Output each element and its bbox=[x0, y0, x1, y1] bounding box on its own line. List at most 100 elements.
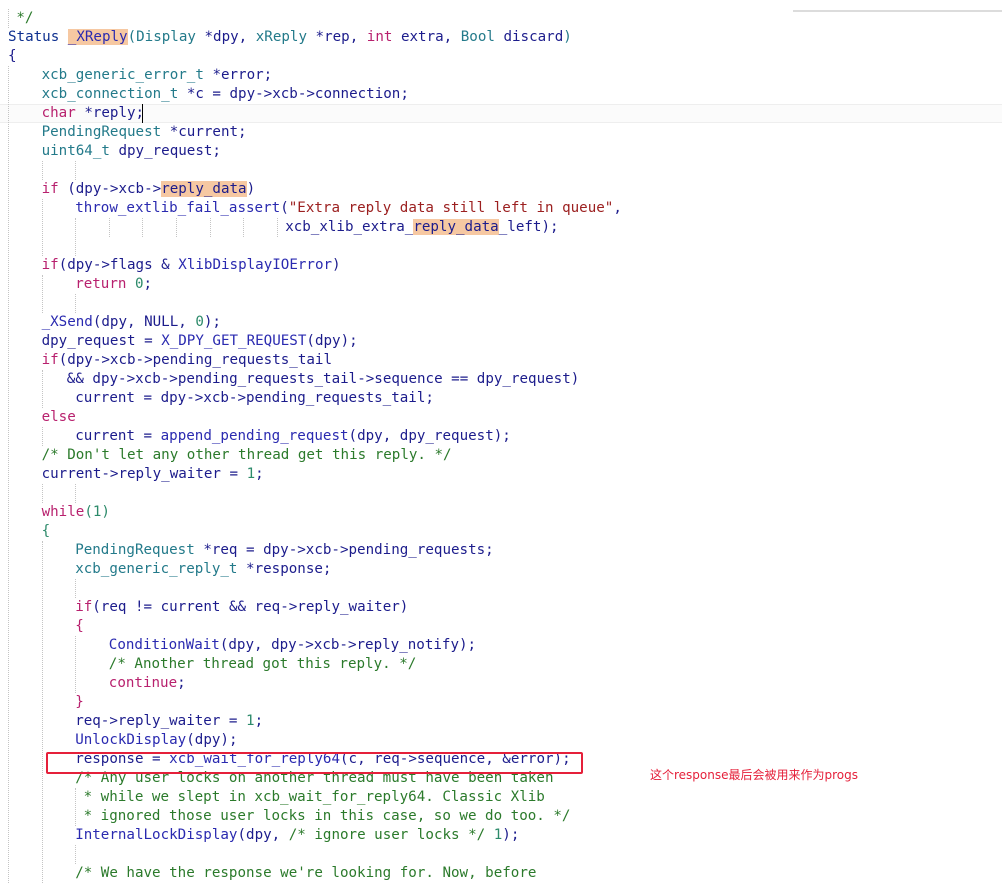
code-token: UnlockDisplay bbox=[75, 732, 187, 748]
code-line[interactable]: continue; bbox=[109, 674, 186, 693]
code-token: (dpy->xcb->pending_requests_tail bbox=[58, 352, 333, 368]
code-token: *rep, bbox=[315, 29, 367, 45]
code-token: if bbox=[41, 257, 59, 273]
code-token: (1) bbox=[84, 504, 110, 520]
code-token: { bbox=[8, 48, 17, 64]
code-token: dpy_request; bbox=[118, 143, 221, 159]
indent-guide bbox=[243, 218, 244, 237]
code-line[interactable]: /* Don't let any other thread get this r… bbox=[42, 446, 452, 465]
code-line[interactable]: ConditionWait(dpy, dpy->xcb->reply_notif… bbox=[109, 636, 476, 655]
code-line[interactable]: { bbox=[75, 617, 84, 636]
code-token: 1 bbox=[246, 713, 255, 729]
code-token: *c = dpy->xcb->connection; bbox=[186, 86, 409, 102]
code-token: while bbox=[41, 504, 85, 520]
code-line[interactable]: else bbox=[42, 408, 76, 427]
code-token: return bbox=[75, 276, 135, 292]
code-line[interactable]: while(1) bbox=[42, 503, 110, 522]
code-token: /* ignore user locks */ bbox=[288, 827, 494, 843]
code-token: xcb_connection_t bbox=[41, 86, 187, 102]
code-line[interactable]: } bbox=[75, 693, 84, 712]
code-line[interactable]: char *reply; bbox=[42, 104, 145, 123]
code-token: if bbox=[75, 599, 93, 615]
code-line[interactable]: current = dpy->xcb->pending_requests_tai… bbox=[75, 389, 434, 408]
code-token: discard bbox=[503, 29, 564, 45]
indent-guide bbox=[75, 845, 76, 864]
code-line[interactable]: UnlockDisplay(dpy); bbox=[75, 731, 237, 750]
code-token: extra, bbox=[400, 29, 461, 45]
code-line[interactable]: && dpy->xcb->pending_requests_tail->sequ… bbox=[67, 370, 580, 389]
code-line[interactable]: PendingRequest *req = dpy->xcb->pending_… bbox=[75, 541, 494, 560]
indent-guide bbox=[75, 161, 76, 180]
indent-guide bbox=[142, 218, 143, 237]
code-line[interactable]: if(req != current && req->reply_waiter) bbox=[75, 598, 408, 617]
code-line[interactable]: _XSend(dpy, NULL, 0); bbox=[42, 313, 221, 332]
code-line[interactable]: xcb_generic_error_t *error; bbox=[42, 66, 273, 85]
code-token: PendingRequest bbox=[41, 124, 170, 140]
code-token: } bbox=[75, 694, 84, 710]
code-token: continue bbox=[108, 675, 178, 691]
search-highlight: _XReply bbox=[67, 29, 128, 45]
code-line[interactable]: return 0; bbox=[75, 275, 152, 294]
code-token: ( bbox=[127, 29, 137, 45]
indent-guide bbox=[42, 275, 43, 313]
indent-guide bbox=[109, 218, 110, 237]
code-token: Status bbox=[8, 29, 68, 45]
code-line[interactable]: if(dpy->flags & XlibDisplayIOError) bbox=[42, 256, 341, 275]
code-editor[interactable]: */ Status _XReply(Display *dpy, xReply *r… bbox=[0, 0, 1002, 891]
code-token: * ignored those user locks in this case,… bbox=[83, 808, 571, 824]
code-token: (dpy, dpy->xcb->reply_notify); bbox=[219, 637, 477, 653]
code-line[interactable]: dpy_request = X_DPY_GET_REQUEST(dpy); bbox=[42, 332, 358, 351]
code-token: Display bbox=[136, 29, 205, 45]
code-token: * while we slept in xcb_wait_for_reply64… bbox=[83, 789, 545, 805]
code-token: ConditionWait bbox=[108, 637, 220, 653]
indent-guide bbox=[42, 199, 43, 256]
indent-guide bbox=[75, 788, 76, 826]
indent-guide bbox=[210, 218, 211, 237]
code-token: (dpy->xcb-> bbox=[67, 181, 162, 197]
code-token: current->reply_waiter = bbox=[41, 466, 247, 482]
code-token: current = dpy->xcb->pending_requests_tai… bbox=[75, 390, 434, 406]
indent-guide bbox=[75, 218, 76, 256]
code-token: */ bbox=[16, 10, 34, 26]
code-token: XlibDisplayIOError bbox=[178, 257, 333, 273]
code-line[interactable]: { bbox=[8, 47, 17, 66]
code-token: ) bbox=[332, 257, 341, 273]
code-line[interactable]: throw_extlib_fail_assert("Extra reply da… bbox=[75, 199, 622, 218]
code-line[interactable]: uint64_t dpy_request; bbox=[42, 142, 221, 161]
code-token: else bbox=[41, 409, 76, 425]
code-token: ; bbox=[177, 675, 186, 691]
code-token: { bbox=[75, 618, 84, 634]
code-line[interactable]: Status _XReply(Display *dpy, xReply *rep… bbox=[8, 28, 572, 47]
code-line[interactable]: /* We have the response we're looking fo… bbox=[75, 864, 536, 883]
code-token: xReply bbox=[255, 29, 316, 45]
code-token: *response; bbox=[246, 561, 332, 577]
code-line[interactable]: if(dpy->xcb->pending_requests_tail bbox=[42, 351, 332, 370]
code-token: append_pending_request bbox=[160, 428, 349, 444]
code-line[interactable]: PendingRequest *current; bbox=[42, 123, 247, 142]
code-line[interactable]: req->reply_waiter = 1; bbox=[75, 712, 263, 731]
code-line[interactable]: InternalLockDisplay(dpy, /* ignore user … bbox=[75, 826, 519, 845]
code-line[interactable]: */ bbox=[16, 9, 33, 28]
code-line[interactable]: xcb_connection_t *c = dpy->xcb->connecti… bbox=[42, 85, 409, 104]
code-line[interactable]: * ignored those user locks in this case,… bbox=[84, 807, 571, 826]
code-line[interactable]: xcb_xlib_extra_reply_data_left); bbox=[285, 218, 559, 237]
current-line-highlight bbox=[0, 104, 1002, 123]
indent-guide bbox=[75, 484, 76, 503]
code-line[interactable]: current->reply_waiter = 1; bbox=[42, 465, 264, 484]
code-token: 1 bbox=[493, 827, 503, 843]
code-line[interactable]: xcb_generic_reply_t *response; bbox=[75, 560, 331, 579]
code-line[interactable]: /* Another thread got this reply. */ bbox=[109, 655, 417, 674]
code-token: ) bbox=[563, 29, 572, 45]
code-line[interactable]: * while we slept in xcb_wait_for_reply64… bbox=[84, 788, 545, 807]
code-line[interactable]: if (dpy->xcb->reply_data) bbox=[42, 180, 255, 199]
code-token: _left); bbox=[498, 219, 559, 235]
code-token: { bbox=[41, 523, 51, 539]
search-highlight: reply_data bbox=[413, 219, 499, 235]
code-token: Bool bbox=[460, 29, 504, 45]
code-line[interactable]: { bbox=[42, 522, 51, 541]
code-token: (dpy); bbox=[186, 732, 238, 748]
code-token: InternalLockDisplay bbox=[75, 827, 238, 843]
code-token: ); bbox=[502, 827, 520, 843]
code-line[interactable]: current = append_pending_request(dpy, dp… bbox=[75, 427, 511, 446]
search-highlight: reply_data bbox=[161, 181, 247, 197]
